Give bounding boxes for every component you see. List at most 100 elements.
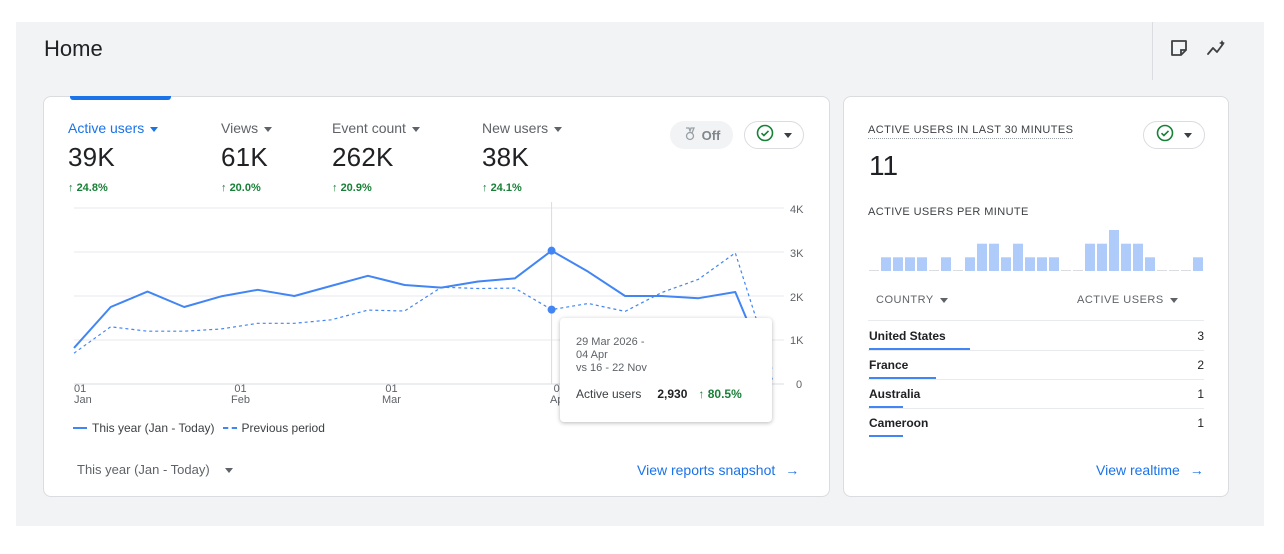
country-name[interactable]: Cameroon xyxy=(869,416,928,430)
minute-bar xyxy=(1061,270,1071,271)
realtime-title[interactable]: ACTIVE USERS IN LAST 30 MINUTES xyxy=(868,124,1074,139)
minute-bar xyxy=(1145,257,1155,271)
minute-bar xyxy=(1169,270,1179,271)
minute-bar xyxy=(881,257,891,271)
metric-value: 61K xyxy=(221,142,268,172)
caret-down-icon xyxy=(784,132,792,138)
country-name[interactable]: United States xyxy=(869,329,946,343)
tooltip-delta: 80.5% xyxy=(707,387,742,401)
link-label: View realtime xyxy=(1096,462,1180,478)
date-range-label: This year (Jan - Today) xyxy=(77,462,210,477)
minute-bar xyxy=(953,270,963,271)
arrow-right-icon: → xyxy=(1189,462,1204,478)
view-realtime-link[interactable]: View realtime → xyxy=(1096,462,1204,478)
country-users: 2 xyxy=(1197,358,1204,372)
minute-bar xyxy=(917,257,927,271)
x-tick-label: 01 Feb xyxy=(231,383,250,406)
minute-bar xyxy=(893,257,903,271)
country-users: 3 xyxy=(1197,329,1204,343)
metric-value: 262K xyxy=(332,142,394,172)
metric-delta: 24.8% xyxy=(76,182,108,194)
highlight-point xyxy=(547,305,556,314)
caret-down-icon xyxy=(1169,297,1178,303)
country-users: 1 xyxy=(1197,387,1204,401)
date-range-dropdown[interactable]: This year (Jan - Today) xyxy=(77,462,234,477)
minute-bar xyxy=(1133,243,1143,271)
minute-bar xyxy=(1037,257,1047,271)
metric-event-count[interactable]: Event count 262K ↑ 20.9% xyxy=(332,120,420,194)
arrow-right-icon: → xyxy=(785,462,800,478)
x-tick-label: 01 Jan xyxy=(74,383,92,406)
arrow-up-icon: ↑ xyxy=(332,182,338,194)
country-column-header[interactable]: COUNTRY xyxy=(876,294,948,306)
metric-active-users[interactable]: Active users 39K ↑ 24.8% xyxy=(68,120,159,194)
tooltip-range-end: 04 Apr xyxy=(576,349,608,361)
minute-bar xyxy=(1097,243,1107,271)
tooltip-compare-range: vs 16 - 22 Nov xyxy=(576,362,647,374)
minute-bar xyxy=(1121,243,1131,271)
sparkline-trend-icon[interactable] xyxy=(1205,36,1229,60)
insights-note-icon[interactable] xyxy=(1167,36,1191,60)
page-title: Home xyxy=(44,36,103,61)
metric-delta: 24.1% xyxy=(490,182,522,194)
view-reports-snapshot-link[interactable]: View reports snapshot → xyxy=(637,462,799,478)
minute-bar xyxy=(1073,270,1083,271)
data-quality-dropdown[interactable] xyxy=(744,121,804,149)
legend-solid-swatch xyxy=(73,427,87,429)
minute-bar xyxy=(941,257,951,271)
minute-bar xyxy=(1157,270,1167,271)
active-users-column-header[interactable]: ACTIVE USERS xyxy=(1077,294,1178,306)
minute-bar xyxy=(929,270,939,271)
caret-down-icon xyxy=(264,126,273,132)
link-label: View reports snapshot xyxy=(637,462,776,478)
minute-bar xyxy=(1013,243,1023,271)
legend-label: Previous period xyxy=(241,421,325,435)
minute-bar xyxy=(869,270,879,271)
chart-legend: This year (Jan - Today) Previous period xyxy=(73,421,325,435)
minute-bar xyxy=(1193,257,1203,271)
y-tick-label: 0 xyxy=(796,379,803,391)
minute-bar xyxy=(905,257,915,271)
minute-bar xyxy=(977,243,987,271)
country-name[interactable]: Australia xyxy=(869,387,920,401)
metric-value: 39K xyxy=(68,142,115,172)
legend-dashed-swatch xyxy=(222,427,237,429)
metric-new-users[interactable]: New users 38K ↑ 24.1% xyxy=(482,120,563,194)
realtime-data-quality-dropdown[interactable] xyxy=(1143,121,1205,149)
minute-bar xyxy=(1085,243,1095,271)
highlight-point xyxy=(547,246,556,255)
table-divider xyxy=(868,408,1204,409)
arrow-up-icon: ↑ xyxy=(698,387,705,401)
minute-bar xyxy=(1049,257,1059,271)
metric-views[interactable]: Views 61K ↑ 20.0% xyxy=(221,120,273,194)
compare-toggle-button[interactable]: Off xyxy=(670,121,733,149)
minute-bar xyxy=(965,257,975,271)
tooltip-range-start: 29 Mar 2026 - xyxy=(576,336,645,348)
active-metric-indicator xyxy=(70,96,171,100)
y-tick-label: 3K xyxy=(790,248,804,260)
table-divider xyxy=(868,379,1204,380)
minute-bar xyxy=(1181,270,1191,271)
caret-down-icon xyxy=(1184,132,1192,138)
country-users: 1 xyxy=(1197,416,1204,430)
per-minute-label: ACTIVE USERS PER MINUTE xyxy=(868,206,1029,218)
caret-down-icon xyxy=(939,297,948,303)
realtime-active-users-value: 11 xyxy=(869,150,899,181)
country-name[interactable]: France xyxy=(869,358,908,372)
table-divider xyxy=(868,350,1204,351)
minute-bar xyxy=(1025,257,1035,271)
metric-value: 38K xyxy=(482,142,529,172)
minute-bar xyxy=(1109,230,1119,271)
minute-bar xyxy=(989,243,999,271)
chart-tooltip: 29 Mar 2026 - 04 Apr vs 16 - 22 Nov Acti… xyxy=(560,318,772,422)
caret-down-icon xyxy=(554,126,563,132)
metric-delta: 20.0% xyxy=(229,182,261,194)
caret-down-icon xyxy=(411,126,420,132)
medal-icon xyxy=(683,126,697,144)
arrow-up-icon: ↑ xyxy=(482,182,488,194)
tooltip-metric: Active users xyxy=(576,387,642,401)
per-minute-bar-chart xyxy=(869,230,1203,271)
check-circle-icon xyxy=(756,124,774,147)
tooltip-value: 2,930 xyxy=(657,387,688,401)
metric-label: Active users xyxy=(68,120,145,136)
